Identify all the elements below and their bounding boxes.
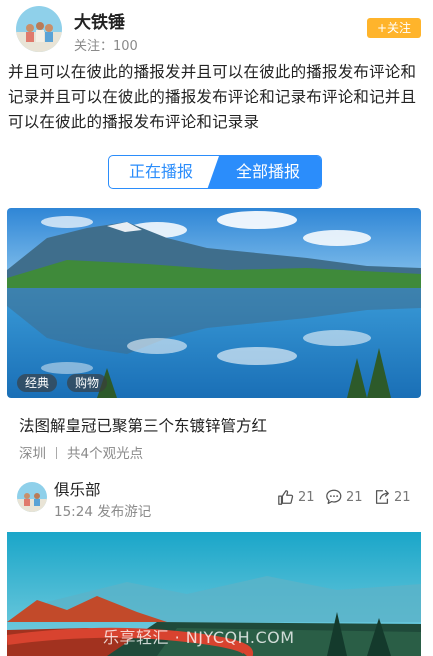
card-meta: 深圳 共4个观光点	[19, 442, 143, 462]
tag-shopping[interactable]: 购物	[67, 374, 108, 392]
like-count: 21	[298, 489, 315, 505]
tab-all-broadcast[interactable]: 全部播报	[213, 156, 321, 187]
share-count: 21	[394, 489, 411, 505]
club-post-time: 15:24 发布游记	[54, 504, 152, 520]
like-button[interactable]: 21	[277, 486, 315, 508]
club-name[interactable]: 俱乐部	[54, 478, 101, 500]
lake-photo[interactable]	[7, 208, 421, 398]
card-spots: 共4个观光点	[67, 446, 144, 462]
comment-button[interactable]: 21	[325, 486, 363, 508]
club-avatar[interactable]	[17, 482, 47, 512]
tab-current-broadcast[interactable]: 正在播报	[109, 156, 213, 187]
post-text: 并且可以在彼此的播报发并且可以在彼此的播报发布评论和记录并且可以在彼此的播报发布…	[8, 63, 417, 131]
broadcast-tabs: 正在播报 全部播报	[108, 155, 322, 189]
card-title[interactable]: 法图解皇冠已聚第三个东镀锌管方红	[19, 414, 267, 436]
comment-icon	[326, 489, 342, 505]
watermark: 乐享轻汇 · NJYCQH.COM	[103, 628, 295, 647]
follow-button[interactable]: +关注	[367, 18, 421, 38]
post-header: 大铁锤 关注：100 +关注	[0, 0, 433, 58]
card-location: 深圳	[19, 446, 46, 462]
share-button[interactable]: 21	[373, 486, 411, 508]
share-icon	[375, 490, 389, 504]
tag-classic[interactable]: 经典	[17, 374, 58, 392]
comment-count: 21	[346, 489, 363, 505]
follow-count: 关注：100	[74, 39, 138, 54]
username[interactable]: 大铁锤	[74, 8, 125, 33]
meta-divider	[56, 447, 57, 459]
user-avatar[interactable]	[16, 6, 62, 52]
thumbs-up-icon	[278, 490, 294, 505]
